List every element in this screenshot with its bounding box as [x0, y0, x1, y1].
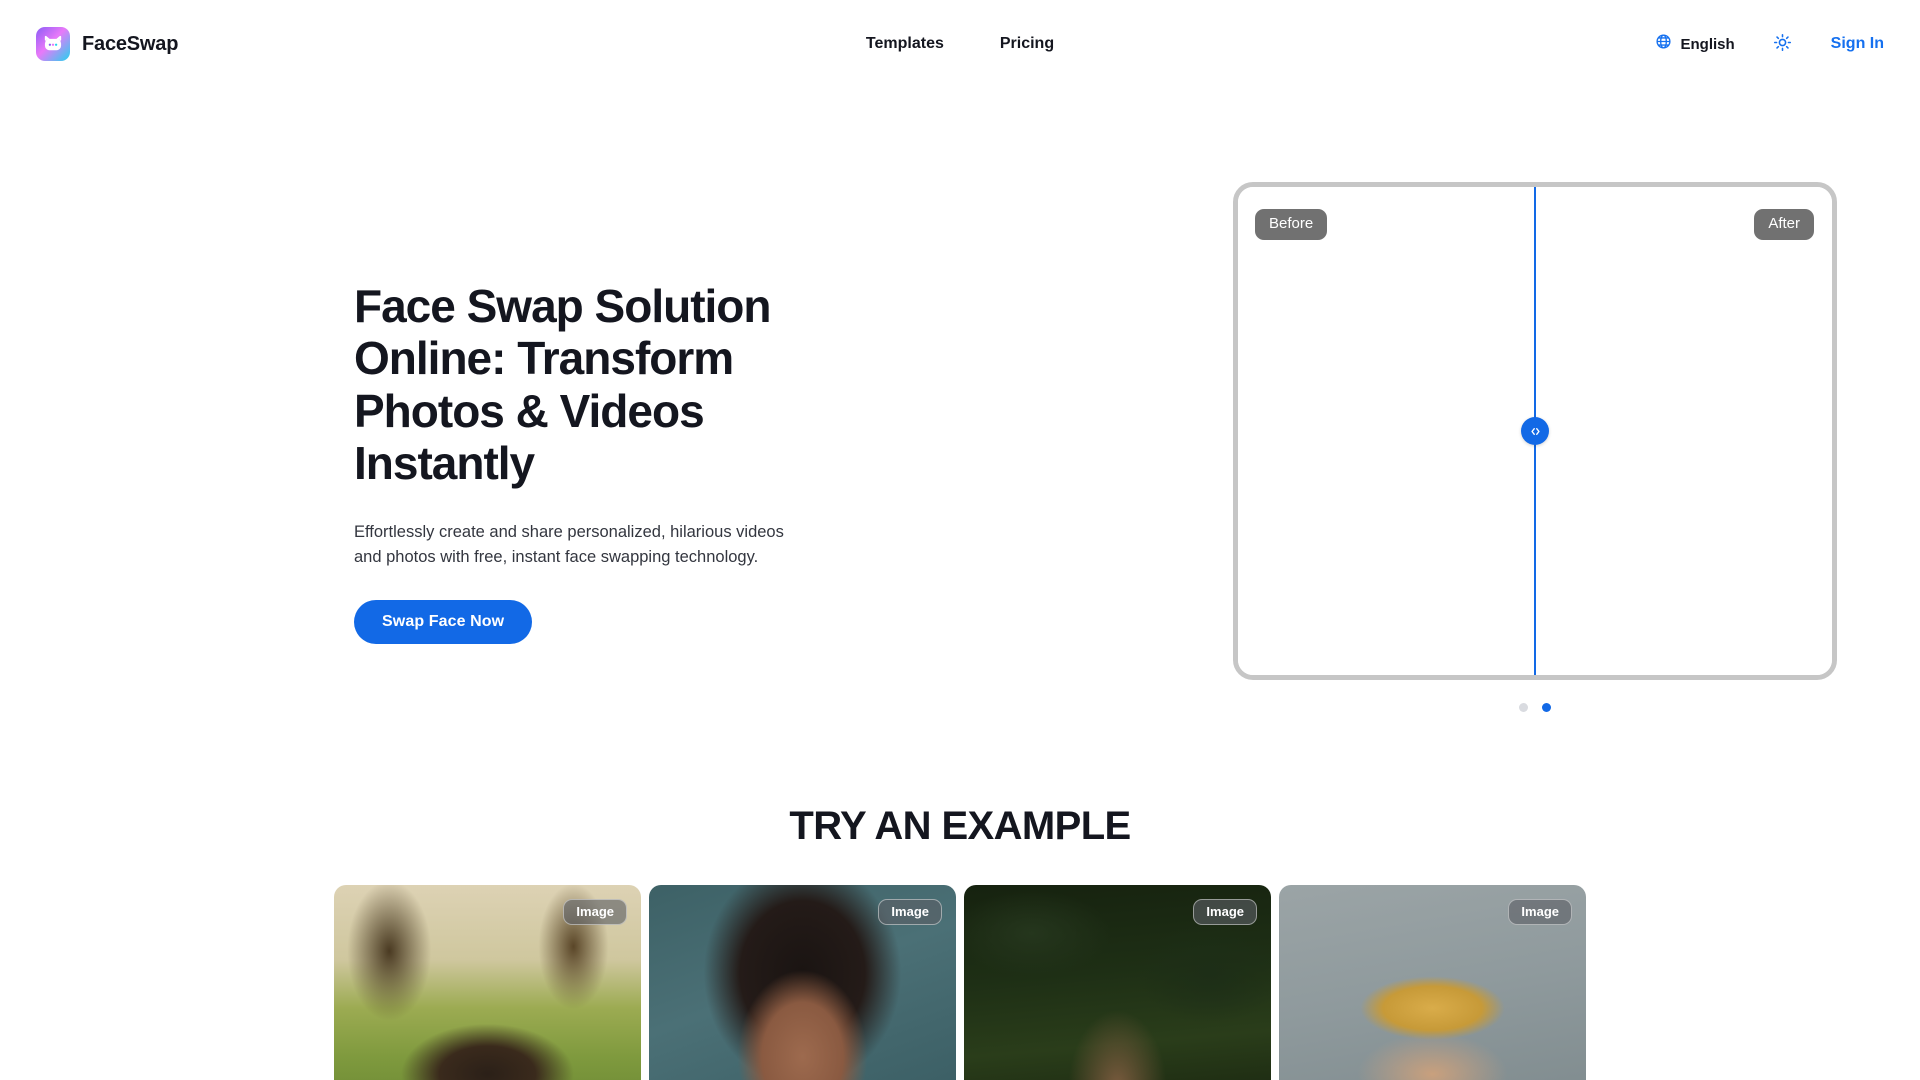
site-header: FaceSwap Templates Pricing English Sign … [0, 0, 1920, 88]
after-badge: After [1754, 209, 1814, 240]
theme-toggle-button[interactable] [1769, 30, 1797, 58]
example-card-4[interactable]: Image [1279, 885, 1586, 1080]
before-image-pane [1238, 187, 1535, 675]
image-type-badge: Image [1508, 899, 1572, 926]
sun-icon [1773, 33, 1792, 55]
carousel-dot-2[interactable] [1542, 703, 1551, 712]
section-title: TRY AN EXAMPLE [789, 804, 1131, 848]
brand-logo-link[interactable]: FaceSwap [36, 27, 178, 61]
examples-section: TRY AN EXAMPLE Image Image Image Image [0, 804, 1920, 1080]
hero-section: Face Swap Solution Online: Transform Pho… [0, 88, 1920, 712]
image-type-badge: Image [1193, 899, 1257, 926]
image-type-badge: Image [878, 899, 942, 926]
before-badge: Before [1255, 209, 1328, 240]
main-nav: Templates Pricing [866, 0, 1054, 88]
image-type-badge: Image [563, 899, 627, 926]
carousel-dot-1[interactable] [1519, 703, 1528, 712]
cat-face-logo-icon [36, 27, 70, 61]
compare-divider[interactable] [1521, 187, 1549, 675]
page-title: Face Swap Solution Online: Transform Pho… [354, 280, 772, 490]
header-actions: English Sign In [1655, 30, 1884, 58]
globe-icon [1655, 33, 1672, 55]
hero-subtitle: Effortlessly create and share personaliz… [354, 522, 784, 566]
example-card-2[interactable]: Image [649, 885, 956, 1080]
chevron-left-right-icon [1528, 424, 1543, 439]
brand-name: FaceSwap [82, 32, 179, 55]
before-after-comparison: Before After [1233, 150, 1884, 712]
example-cards: Image Image Image Image [0, 885, 1920, 1080]
example-card-3[interactable]: Image [964, 885, 1271, 1080]
nav-pricing[interactable]: Pricing [1000, 35, 1054, 53]
carousel-dots [1233, 703, 1837, 712]
example-card-1[interactable]: Image [334, 885, 641, 1080]
swap-face-now-button[interactable]: Swap Face Now [354, 599, 533, 644]
nav-templates[interactable]: Templates [866, 35, 944, 53]
hero-copy: Face Swap Solution Online: Transform Pho… [0, 150, 790, 644]
sign-in-link[interactable]: Sign In [1831, 35, 1884, 53]
after-image-pane [1535, 187, 1832, 675]
language-selector[interactable]: English [1655, 33, 1735, 55]
compare-frame[interactable]: Before After [1233, 182, 1837, 680]
language-label: English [1680, 35, 1735, 53]
compare-slider-handle[interactable] [1521, 417, 1549, 445]
